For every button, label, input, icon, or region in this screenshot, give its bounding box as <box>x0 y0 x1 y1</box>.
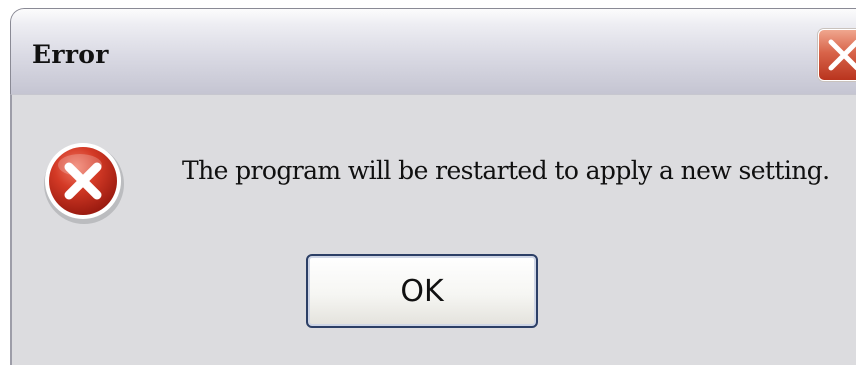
close-button[interactable] <box>818 29 856 81</box>
close-icon <box>828 39 856 71</box>
title-bar[interactable]: Error <box>10 8 856 94</box>
dialog-title: Error <box>32 40 109 69</box>
error-message: The program will be restarted to apply a… <box>182 156 830 185</box>
ok-button[interactable]: OK <box>306 254 538 328</box>
error-icon <box>44 143 124 224</box>
error-dialog: Error The program will be restarted to a… <box>0 0 856 365</box>
